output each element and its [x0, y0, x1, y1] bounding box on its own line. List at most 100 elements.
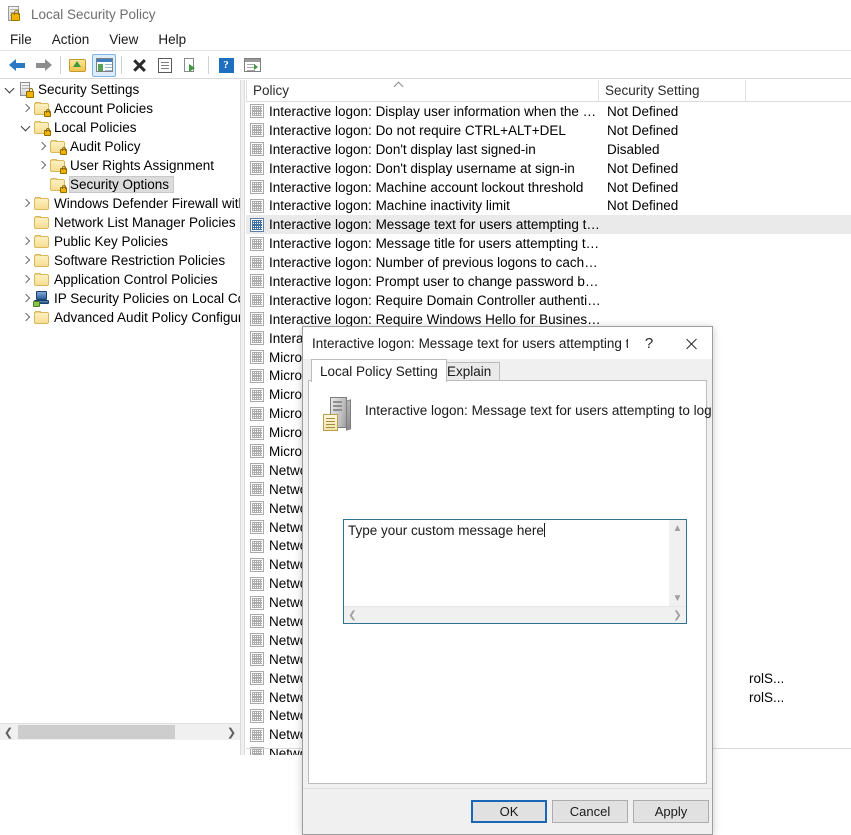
scrollbar-thumb[interactable]: [18, 725, 175, 739]
table-row[interactable]: Interactive logon: Machine inactivity li…: [246, 196, 851, 215]
tree-item-security-options[interactable]: Security Options: [0, 175, 240, 194]
table-row[interactable]: Interactive logon: Message title for use…: [246, 234, 851, 253]
tree-item-public-key-policies[interactable]: Public Key Policies: [0, 232, 240, 251]
scroll-up-icon[interactable]: ▲: [669, 520, 686, 537]
scroll-left-icon[interactable]: ❮: [0, 724, 17, 741]
table-row[interactable]: Interactive logon: Message text for user…: [246, 215, 851, 235]
message-text-value: Type your custom message here: [348, 523, 544, 538]
dialog-close-button[interactable]: [670, 328, 712, 359]
table-row[interactable]: Interactive logon: Prompt user to change…: [246, 272, 851, 291]
help-button[interactable]: ?: [214, 54, 238, 77]
security-policy-icon: [6, 5, 23, 23]
policy-setting-icon: [250, 463, 264, 478]
chevron-right-icon[interactable]: [18, 232, 34, 251]
extra-cell: rolS...: [749, 689, 785, 705]
chevron-right-icon[interactable]: [18, 270, 34, 289]
chevron-down-icon[interactable]: [18, 118, 34, 137]
chevron-right-icon[interactable]: [18, 251, 34, 270]
tree-item-label: Advanced Audit Policy Configuration: [54, 310, 240, 325]
tree-item-local-policies[interactable]: Local Policies: [0, 118, 240, 137]
tab-local-policy-setting[interactable]: Local Policy Setting: [311, 359, 447, 382]
message-text-input[interactable]: Type your custom message here: [344, 520, 669, 607]
properties-button[interactable]: [153, 54, 177, 77]
export-list-button[interactable]: [179, 54, 203, 77]
menu-help[interactable]: Help: [148, 30, 196, 49]
chevron-right-icon[interactable]: [18, 289, 34, 308]
back-button[interactable]: [5, 54, 29, 77]
table-row[interactable]: Interactive logon: Number of previous lo…: [246, 253, 851, 272]
menu-action[interactable]: Action: [42, 30, 100, 49]
table-row[interactable]: Interactive logon: Don't display usernam…: [246, 159, 851, 178]
scroll-down-icon[interactable]: ▼: [669, 590, 686, 607]
table-row[interactable]: Interactive logon: Don't display last si…: [246, 140, 851, 159]
show-hide-action-pane-button[interactable]: [240, 54, 264, 77]
chevron-right-icon[interactable]: [18, 308, 34, 327]
tree-item-ip-security-policies-on-local-compute[interactable]: IP Security Policies on Local Compute: [0, 289, 240, 308]
tree-item-security-settings[interactable]: Security Settings: [0, 80, 240, 99]
tree-horizontal-scrollbar[interactable]: ❮ ❯: [0, 723, 240, 740]
tab-explain[interactable]: Explain: [438, 362, 501, 381]
dialog-policy-header: Interactive logon: Message text for user…: [309, 389, 712, 444]
table-row[interactable]: Interactive logon: Require Domain Contro…: [246, 291, 851, 310]
chevron-down-icon[interactable]: [2, 80, 18, 99]
policy-setting-icon: [250, 161, 264, 176]
tree-item-audit-policy[interactable]: Audit Policy: [0, 137, 240, 156]
message-vertical-scrollbar[interactable]: ▲ ▼: [669, 520, 686, 607]
tree-item-label: Software Restriction Policies: [54, 253, 226, 268]
policy-setting-icon: [250, 406, 264, 421]
dialog-body: Interactive logon: Message text for user…: [308, 380, 712, 784]
policy-setting-icon: [250, 708, 264, 723]
scroll-left-icon[interactable]: ❮: [344, 607, 361, 623]
policy-setting-icon: [250, 104, 264, 119]
tree-item-account-policies[interactable]: Account Policies: [0, 99, 240, 118]
up-one-level-button[interactable]: [66, 54, 90, 77]
show-hide-console-tree-button[interactable]: [92, 53, 116, 77]
console-tree-pane[interactable]: Security Settings Account Policies Local P…: [0, 80, 240, 723]
tree-item-windows-defender-firewall-with-adva[interactable]: Windows Defender Firewall with Adva: [0, 194, 240, 213]
policy-properties-dialog[interactable]: Interactive logon: Message text for user…: [302, 326, 713, 835]
locked-folder-icon: [34, 101, 51, 117]
network-policy-icon: [33, 291, 50, 307]
policy-setting-icon: [250, 274, 264, 289]
table-row[interactable]: Interactive logon: Display user informat…: [246, 102, 851, 121]
tree-item-application-control-policies[interactable]: Application Control Policies: [0, 270, 240, 289]
table-row[interactable]: Interactive logon: Do not require CTRL+A…: [246, 121, 851, 140]
column-header-policy[interactable]: Policy: [246, 80, 598, 101]
tree-item-label: Windows Defender Firewall with Adva: [54, 196, 240, 211]
scroll-right-icon[interactable]: ❯: [223, 724, 240, 741]
message-text-field[interactable]: Type your custom message here ▲ ▼ ❮ ❯: [343, 519, 687, 624]
delete-x-icon: [132, 58, 147, 73]
column-header-extra[interactable]: [745, 80, 851, 101]
menu-file[interactable]: File: [0, 30, 42, 49]
tree-item-network-list-manager-policies[interactable]: Network List Manager Policies: [0, 213, 240, 232]
chevron-right-icon[interactable]: [34, 137, 50, 156]
cancel-button[interactable]: Cancel: [552, 800, 628, 823]
chevron-right-icon[interactable]: [34, 156, 50, 175]
delete-button[interactable]: [127, 54, 151, 77]
column-header-security-setting[interactable]: Security Setting: [598, 80, 745, 101]
security-settings-icon: [18, 81, 34, 98]
pane-splitter[interactable]: [240, 80, 245, 755]
ok-button[interactable]: OK: [471, 800, 547, 823]
security-setting-cell: Not Defined: [607, 179, 679, 195]
table-row[interactable]: Interactive logon: Machine account locko…: [246, 178, 851, 197]
sort-ascending-icon: [395, 81, 404, 87]
chevron-right-icon[interactable]: [18, 194, 34, 213]
forward-button[interactable]: [31, 54, 55, 77]
message-horizontal-scrollbar[interactable]: ❮ ❯: [344, 606, 686, 623]
apply-button[interactable]: Apply: [633, 800, 709, 823]
scroll-right-icon[interactable]: ❯: [669, 607, 686, 623]
locked-folder-icon: [50, 139, 67, 155]
policy-setting-icon: [250, 255, 264, 270]
policy-setting-icon: [250, 198, 264, 213]
chevron-right-icon[interactable]: [18, 99, 34, 118]
menu-view[interactable]: View: [99, 30, 148, 49]
tree-item-software-restriction-policies[interactable]: Software Restriction Policies: [0, 251, 240, 270]
policy-setting-icon: [250, 557, 264, 572]
dialog-help-button[interactable]: ?: [628, 328, 670, 359]
policy-setting-icon: [250, 425, 264, 440]
policy-setting-icon: [250, 123, 264, 138]
tree-item-advanced-audit-policy-configuration[interactable]: Advanced Audit Policy Configuration: [0, 308, 240, 327]
tree-item-user-rights-assignment[interactable]: User Rights Assignment: [0, 156, 240, 175]
folder-icon: [34, 234, 50, 249]
